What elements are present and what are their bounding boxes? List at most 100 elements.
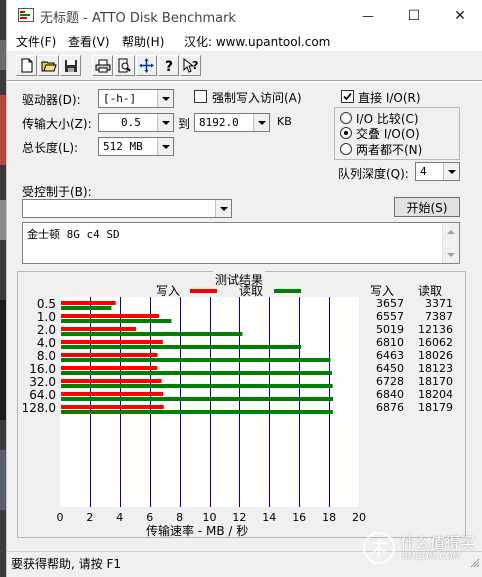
menu-localized-link[interactable]: 汉化: www.upantool.com bbox=[184, 33, 330, 50]
write-bar bbox=[61, 327, 137, 331]
read-bar bbox=[61, 410, 333, 414]
new-button[interactable] bbox=[16, 55, 37, 76]
description-text: 金士顿 8G c4 SD bbox=[27, 228, 120, 241]
maximize-button[interactable]: ☐ bbox=[391, 0, 437, 31]
menu-view[interactable]: 查看(V) bbox=[68, 33, 110, 50]
watermark-logo-icon bbox=[363, 532, 395, 564]
menu-bar: 文件(F) 查看(V) 帮助(H) 汉化: www.upantool.com bbox=[7, 31, 482, 51]
open-button[interactable] bbox=[38, 55, 59, 76]
x-tick-label: 18 bbox=[322, 511, 337, 524]
direct-io-checkbox[interactable] bbox=[341, 90, 354, 103]
kb-label: KB bbox=[277, 115, 292, 128]
print-button[interactable] bbox=[92, 55, 113, 76]
atto-window: 无标题 - ATTO Disk Benchmark — ☐ ✕ 文件(F) 查看… bbox=[6, 0, 482, 577]
print-preview-icon bbox=[118, 58, 131, 73]
legend-write-swatch bbox=[190, 289, 217, 293]
menu-file[interactable]: 文件(F) bbox=[16, 33, 56, 50]
chevron-down-icon bbox=[157, 90, 173, 107]
description-scrollbar[interactable] bbox=[442, 223, 459, 263]
context-help-button[interactable]: ? bbox=[180, 55, 201, 76]
chevron-down-icon bbox=[443, 163, 459, 180]
read-bar bbox=[61, 358, 331, 362]
x-tick-label: 4 bbox=[116, 511, 124, 524]
close-button[interactable]: ✕ bbox=[437, 0, 482, 31]
svg-text:?: ? bbox=[165, 59, 173, 73]
write-value: 6728 bbox=[376, 375, 404, 388]
neither-radio[interactable] bbox=[340, 143, 352, 155]
neither-label: 两者都不(N) bbox=[356, 143, 423, 157]
scroll-down-icon[interactable] bbox=[443, 246, 459, 263]
minimize-icon: — bbox=[362, 8, 374, 23]
write-bar bbox=[61, 392, 164, 396]
category-label: 1.0 bbox=[36, 310, 56, 324]
read-bar bbox=[61, 306, 112, 310]
write-bar bbox=[61, 340, 163, 344]
category-label: 8.0 bbox=[36, 349, 56, 363]
write-bar bbox=[61, 405, 164, 409]
overlapped-io-label: 交叠 I/O(O) bbox=[356, 127, 420, 141]
chart-plot bbox=[60, 297, 359, 507]
drive-label: 驱动器(D): bbox=[22, 93, 81, 107]
overlapped-io-radio[interactable] bbox=[340, 127, 352, 139]
legend-read-swatch bbox=[274, 289, 301, 293]
read-bar bbox=[61, 371, 332, 375]
window-title: 无标题 - ATTO Disk Benchmark bbox=[40, 11, 236, 26]
move-button[interactable] bbox=[136, 55, 157, 76]
write-value: 6557 bbox=[376, 310, 404, 323]
help-icon: ? bbox=[165, 59, 173, 73]
drive-select[interactable]: [-h-] bbox=[98, 89, 174, 108]
transfer-to-select[interactable]: 8192.0 bbox=[194, 113, 270, 132]
read-value: 18026 bbox=[418, 349, 453, 362]
write-bar bbox=[61, 353, 158, 357]
help-button[interactable]: ? bbox=[158, 55, 179, 76]
direct-io-label: 直接 I/O(R) bbox=[358, 91, 421, 105]
read-bar bbox=[61, 397, 334, 401]
watermark-sub: SMZDM.COM bbox=[402, 552, 461, 562]
force-write-checkbox[interactable] bbox=[194, 90, 207, 103]
chevron-down-icon bbox=[253, 114, 269, 131]
category-label: 2.0 bbox=[36, 323, 56, 337]
total-length-label: 总长度(L): bbox=[22, 141, 79, 155]
transfer-to-value: 8192.0 bbox=[199, 116, 239, 129]
x-axis-label: 传输速率 - MB / 秒 bbox=[146, 524, 249, 538]
x-tick-label: 0 bbox=[56, 511, 64, 524]
status-text: 要获得帮助, 请按 F1 bbox=[11, 557, 121, 571]
write-value: 6876 bbox=[376, 401, 404, 414]
category-label: 0.5 bbox=[36, 297, 56, 311]
menu-help[interactable]: 帮助(H) bbox=[122, 33, 164, 50]
write-value: 5019 bbox=[376, 323, 404, 336]
x-tick-label: 14 bbox=[262, 511, 277, 524]
transfer-from-select[interactable]: 0.5 bbox=[98, 113, 174, 132]
context-help-icon: ? bbox=[183, 58, 198, 73]
scroll-up-icon[interactable] bbox=[443, 223, 459, 240]
read-value: 18204 bbox=[418, 388, 453, 401]
read-value: 18123 bbox=[418, 362, 453, 375]
read-value: 16062 bbox=[418, 336, 453, 349]
controlled-by-select[interactable] bbox=[22, 199, 232, 218]
save-icon bbox=[64, 59, 77, 72]
queue-depth-value: 4 bbox=[420, 165, 427, 178]
category-label: 128.0 bbox=[21, 401, 56, 415]
x-tick-label: 2 bbox=[86, 511, 94, 524]
write-value: 6450 bbox=[376, 362, 404, 375]
write-bar bbox=[61, 301, 116, 305]
chevron-down-icon bbox=[215, 200, 231, 217]
start-button[interactable]: 开始(S) bbox=[394, 197, 460, 217]
minimize-button[interactable]: — bbox=[345, 0, 391, 31]
transfer-size-label: 传输大小(Z): bbox=[22, 117, 92, 131]
queue-depth-label: 队列深度(Q): bbox=[338, 167, 409, 181]
io-compare-radio[interactable] bbox=[340, 112, 352, 124]
total-length-select[interactable]: 512 MB bbox=[98, 137, 174, 156]
svg-text:?: ? bbox=[192, 59, 198, 72]
to-label: 到 bbox=[178, 117, 191, 131]
read-value: 7387 bbox=[425, 310, 453, 323]
save-button[interactable] bbox=[60, 55, 81, 76]
new-file-icon bbox=[21, 58, 32, 73]
description-textarea[interactable]: 金士顿 8G c4 SD bbox=[22, 222, 460, 264]
write-value: 6463 bbox=[376, 349, 404, 362]
queue-depth-select[interactable]: 4 bbox=[415, 162, 460, 181]
write-bar bbox=[61, 314, 160, 318]
write-bar bbox=[61, 379, 162, 383]
print-preview-button[interactable] bbox=[114, 55, 135, 76]
write-value: 3657 bbox=[376, 297, 404, 310]
